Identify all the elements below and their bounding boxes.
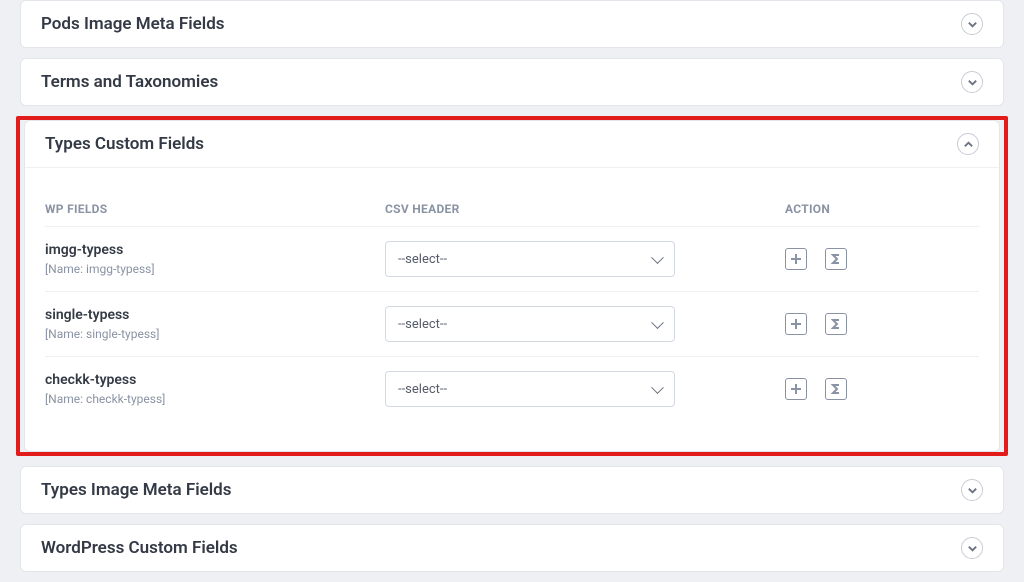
add-button[interactable] — [785, 248, 807, 270]
csv-header-cell: --select-- — [385, 241, 675, 277]
csv-header-select[interactable]: --select-- — [385, 306, 675, 342]
panel-body-types-custom: WP FIELDS CSV HEADER ACTION imgg-typess … — [25, 167, 999, 451]
add-button[interactable] — [785, 313, 807, 335]
sigma-icon — [830, 383, 842, 395]
panel-header-terms[interactable]: Terms and Taxonomies — [21, 59, 1003, 105]
plus-icon — [790, 383, 802, 395]
wp-field-cell: checkk-typess [Name: checkk-typess] — [45, 372, 385, 406]
action-cell — [785, 378, 905, 400]
plus-icon — [790, 253, 802, 265]
field-name: single-typess — [45, 307, 385, 323]
collapse-toggle-types-custom[interactable] — [957, 133, 979, 155]
plus-icon — [790, 318, 802, 330]
csv-header-cell: --select-- — [385, 306, 675, 342]
csv-header-select[interactable]: --select-- — [385, 241, 675, 277]
csv-header-cell: --select-- — [385, 371, 675, 407]
field-name: checkk-typess — [45, 372, 385, 388]
field-subname: [Name: imgg-typess] — [45, 262, 385, 276]
chevron-down-icon — [967, 543, 978, 554]
expand-toggle-pods[interactable] — [961, 13, 983, 35]
panel-wordpress-custom-fields: WordPress Custom Fields — [20, 524, 1004, 572]
panel-title-pods: Pods Image Meta Fields — [41, 14, 225, 34]
table-row: imgg-typess [Name: imgg-typess] --select… — [45, 227, 979, 292]
column-header-csv-header: CSV HEADER — [385, 202, 675, 216]
chevron-down-icon — [967, 485, 978, 496]
add-button[interactable] — [785, 378, 807, 400]
panel-terms-taxonomies: Terms and Taxonomies — [20, 58, 1004, 106]
formula-button[interactable] — [825, 378, 847, 400]
action-cell — [785, 313, 905, 335]
sigma-icon — [830, 253, 842, 265]
table-row: checkk-typess [Name: checkk-typess] --se… — [45, 357, 979, 421]
chevron-down-icon — [967, 77, 978, 88]
select-placeholder: --select-- — [398, 382, 447, 397]
action-cell — [785, 248, 905, 270]
expand-toggle-types-meta[interactable] — [961, 479, 983, 501]
highlight-box: Types Custom Fields WP FIELDS CSV HEADER… — [16, 116, 1008, 456]
table-row: single-typess [Name: single-typess] --se… — [45, 292, 979, 357]
panel-types-image-meta: Types Image Meta Fields — [20, 466, 1004, 514]
csv-header-select[interactable]: --select-- — [385, 371, 675, 407]
field-name: imgg-typess — [45, 242, 385, 258]
panel-title-terms: Terms and Taxonomies — [41, 72, 218, 92]
wp-field-cell: imgg-typess [Name: imgg-typess] — [45, 242, 385, 276]
panel-header-wp-custom[interactable]: WordPress Custom Fields — [21, 525, 1003, 571]
expand-toggle-wp-custom[interactable] — [961, 537, 983, 559]
wp-field-cell: single-typess [Name: single-typess] — [45, 307, 385, 341]
panel-pods-image-meta: Pods Image Meta Fields — [20, 0, 1004, 48]
formula-button[interactable] — [825, 248, 847, 270]
select-placeholder: --select-- — [398, 317, 447, 332]
expand-toggle-terms[interactable] — [961, 71, 983, 93]
panel-header-pods[interactable]: Pods Image Meta Fields — [21, 1, 1003, 47]
select-placeholder: --select-- — [398, 252, 447, 267]
table-header-row: WP FIELDS CSV HEADER ACTION — [45, 188, 979, 227]
panel-title-types-custom: Types Custom Fields — [45, 134, 204, 154]
panel-header-types-custom[interactable]: Types Custom Fields — [25, 121, 999, 167]
panel-types-custom-fields: Types Custom Fields WP FIELDS CSV HEADER… — [24, 120, 1000, 452]
column-header-wp-fields: WP FIELDS — [45, 202, 385, 216]
panel-title-wp-custom: WordPress Custom Fields — [41, 538, 238, 558]
field-subname: [Name: checkk-typess] — [45, 392, 385, 406]
chevron-up-icon — [963, 139, 974, 150]
chevron-down-icon — [967, 19, 978, 30]
panel-header-types-meta[interactable]: Types Image Meta Fields — [21, 467, 1003, 513]
field-subname: [Name: single-typess] — [45, 327, 385, 341]
formula-button[interactable] — [825, 313, 847, 335]
panel-title-types-meta: Types Image Meta Fields — [41, 480, 232, 500]
column-header-action: ACTION — [785, 202, 905, 216]
sigma-icon — [830, 318, 842, 330]
